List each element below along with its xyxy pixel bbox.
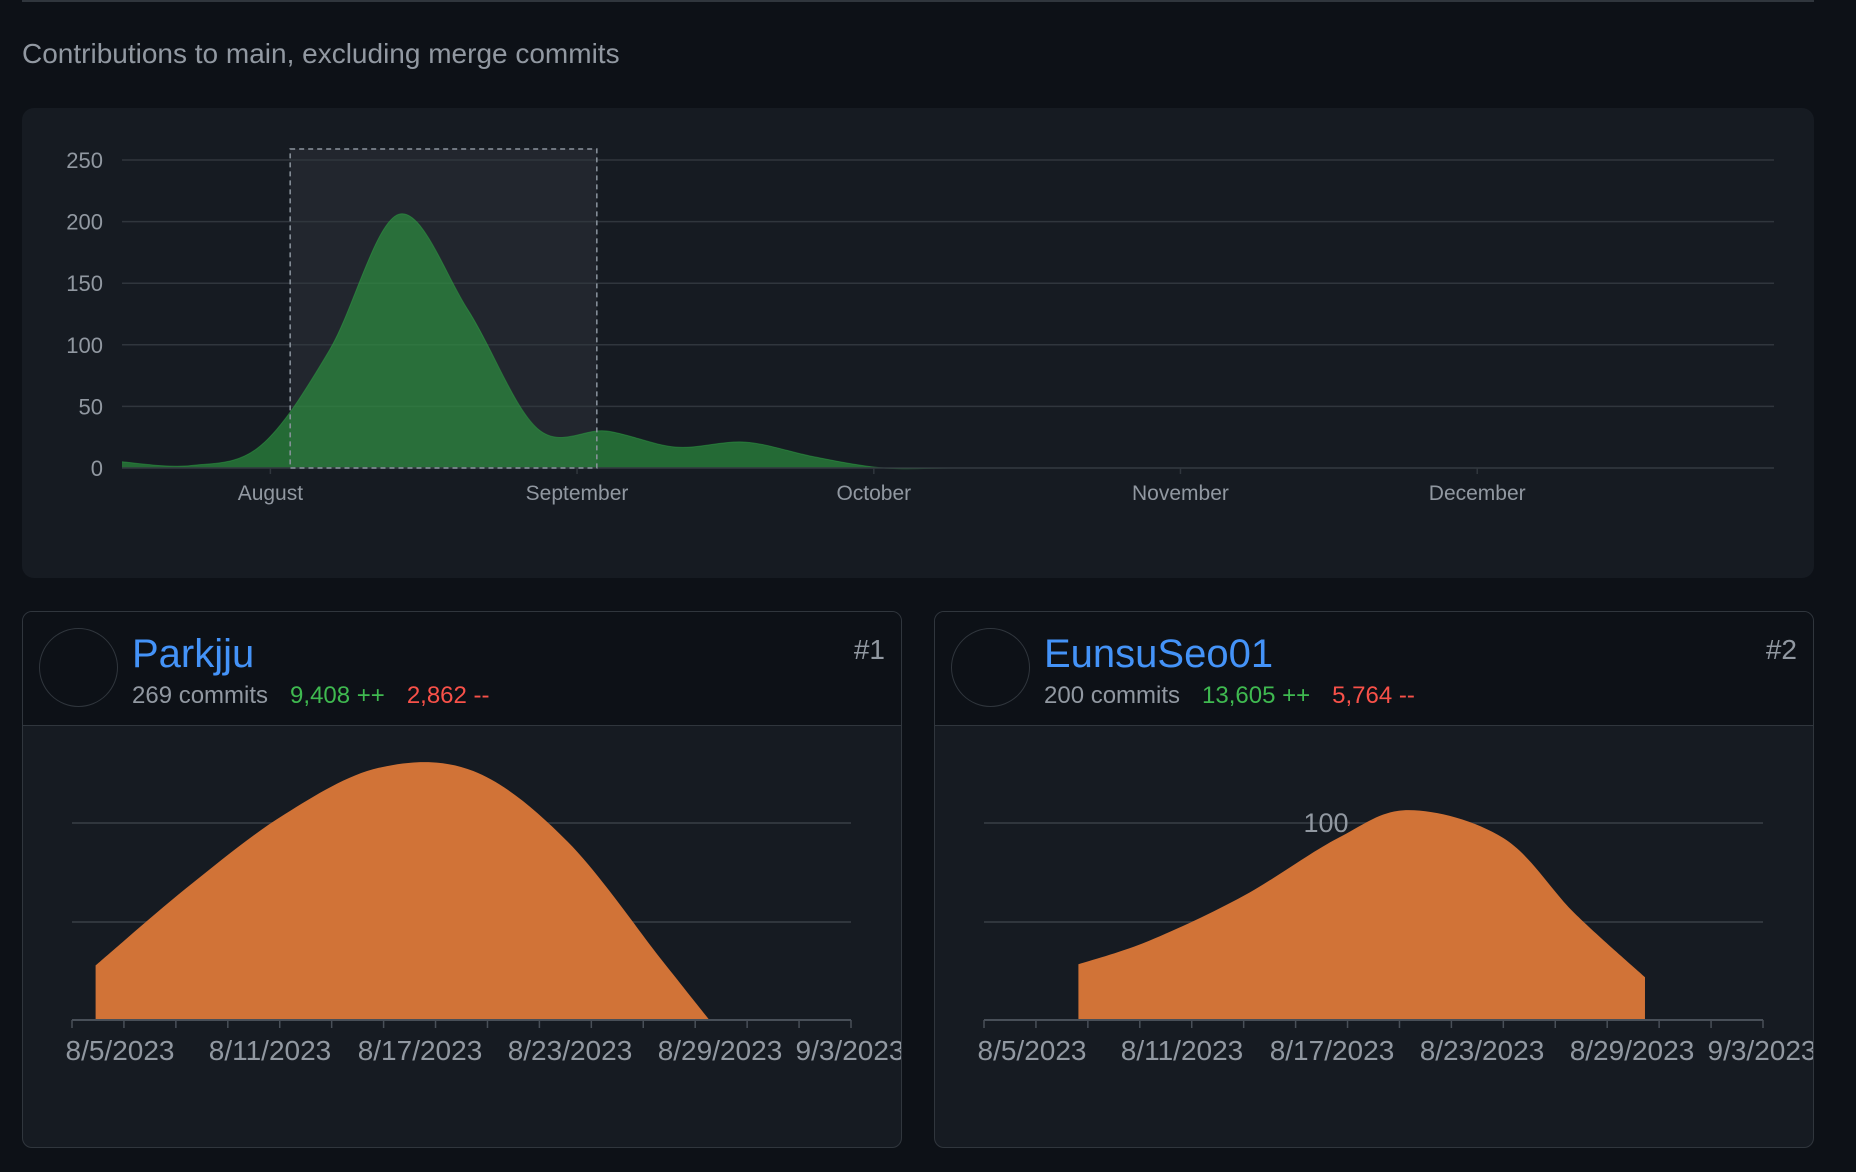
x-tick-label: 8/17/2023 xyxy=(1270,1035,1395,1066)
x-tick-label: September xyxy=(526,482,629,505)
data-point xyxy=(1502,837,1504,839)
x-tick-label: 8/17/2023 xyxy=(358,1035,483,1066)
data-point xyxy=(1408,809,1410,811)
x-tick-label: 9/3/2023 xyxy=(1708,1035,1814,1066)
x-tick-label: December xyxy=(1429,482,1526,505)
contributor-username[interactable]: EunsuSeo01 xyxy=(1044,632,1273,677)
data-point xyxy=(744,441,746,443)
data-point xyxy=(378,767,380,769)
data-point xyxy=(259,445,261,447)
contributor-rank: #1 xyxy=(853,634,885,665)
data-point xyxy=(1573,912,1575,914)
x-tick-label: 8/29/2023 xyxy=(1570,1035,1695,1066)
commits-area-series xyxy=(95,762,710,1020)
data-point xyxy=(675,446,677,448)
data-point xyxy=(189,884,191,886)
data-point xyxy=(329,349,331,351)
x-tick-label: 9/3/2023 xyxy=(796,1035,902,1066)
contributor-commit-chart: 8/5/2023 8/11/2023 8/17/2023 8/23/2023 8/29/… xyxy=(66,762,902,1066)
x-tick-label: 8/5/2023 xyxy=(978,1035,1087,1066)
additions-count: 13,605 ++ xyxy=(1202,682,1311,709)
y-tick-label: 50 xyxy=(79,394,103,419)
chart-caption: Contributions to main, excluding merge c… xyxy=(22,38,620,69)
avatar[interactable] xyxy=(951,628,1030,707)
y-tick-label: 0 xyxy=(91,456,103,481)
top-divider xyxy=(22,0,1814,2)
data-point xyxy=(1644,976,1646,978)
y-tick-label: 250 xyxy=(66,148,103,173)
contributor-commit-chart: 100 8/5/2023 8/11/2023 8/17/2023 8/23/2023 8/… xyxy=(978,808,1814,1066)
y-tick-label: 200 xyxy=(66,210,103,235)
contributor-stats: 269 commits 9,408 ++ 2,862 -- xyxy=(132,682,490,710)
y-tick-label: 100 xyxy=(1303,808,1348,838)
data-point xyxy=(813,456,815,458)
x-tick-label: 8/23/2023 xyxy=(508,1035,633,1066)
x-tick-label: 8/11/2023 xyxy=(1121,1035,1244,1066)
y-tick-label: 100 xyxy=(66,333,103,358)
x-tick-label: August xyxy=(238,482,304,505)
y-tick-label: 150 xyxy=(66,271,103,296)
data-point xyxy=(606,430,608,432)
x-tick-label: 8/29/2023 xyxy=(658,1035,783,1066)
additions-count: 9,408 ++ xyxy=(290,682,385,709)
contributor-stats: 200 commits 13,605 ++ 5,764 -- xyxy=(1044,682,1415,710)
x-tick-label: 8/11/2023 xyxy=(209,1035,332,1066)
x-tick-label: 8/5/2023 xyxy=(66,1035,175,1066)
data-point xyxy=(661,960,663,962)
data-point xyxy=(467,309,469,311)
commit-count[interactable]: 269 commits xyxy=(132,682,268,709)
data-point xyxy=(283,813,285,815)
data-point xyxy=(398,213,400,215)
data-point xyxy=(95,964,97,966)
avatar[interactable] xyxy=(39,628,118,707)
commit-count[interactable]: 200 commits xyxy=(1044,682,1180,709)
data-point xyxy=(1243,895,1245,897)
x-tick-label: 8/23/2023 xyxy=(1420,1035,1545,1066)
commits-over-time-chart[interactable]: 0 50 100 150 200 250 August September October Nov… xyxy=(22,108,1814,578)
contributor-rank: #2 xyxy=(1765,634,1797,665)
data-point xyxy=(1148,940,1150,942)
data-point xyxy=(1337,837,1339,839)
data-point xyxy=(472,770,474,772)
deletions-count: 2,862 -- xyxy=(406,682,490,709)
data-point xyxy=(536,428,538,430)
commits-area-series xyxy=(1078,810,1645,1020)
data-point xyxy=(1077,963,1079,965)
contributor-card: Parkjju 269 commits 9,408 ++ 2,862 -- #1 8… xyxy=(22,611,902,1148)
deletions-count: 5,764 -- xyxy=(1332,682,1415,709)
data-point xyxy=(567,841,569,843)
contributor-card: EunsuSeo01 200 commits 13,605 ++ 5,764 -- … xyxy=(934,611,1814,1148)
data-point xyxy=(121,461,123,463)
contributor-card-header: EunsuSeo01 200 commits 13,605 ++ 5,764 -- … xyxy=(935,612,1813,726)
data-point xyxy=(190,465,192,467)
commits-over-time-panel[interactable]: 0 50 100 150 200 250 August September October Nov… xyxy=(22,108,1814,578)
contributor-username[interactable]: Parkjju xyxy=(132,632,254,677)
contributor-card-header: Parkjju 269 commits 9,408 ++ 2,862 -- #1 xyxy=(23,612,901,726)
x-tick-label: November xyxy=(1132,482,1229,505)
x-tick-label: October xyxy=(836,482,911,505)
